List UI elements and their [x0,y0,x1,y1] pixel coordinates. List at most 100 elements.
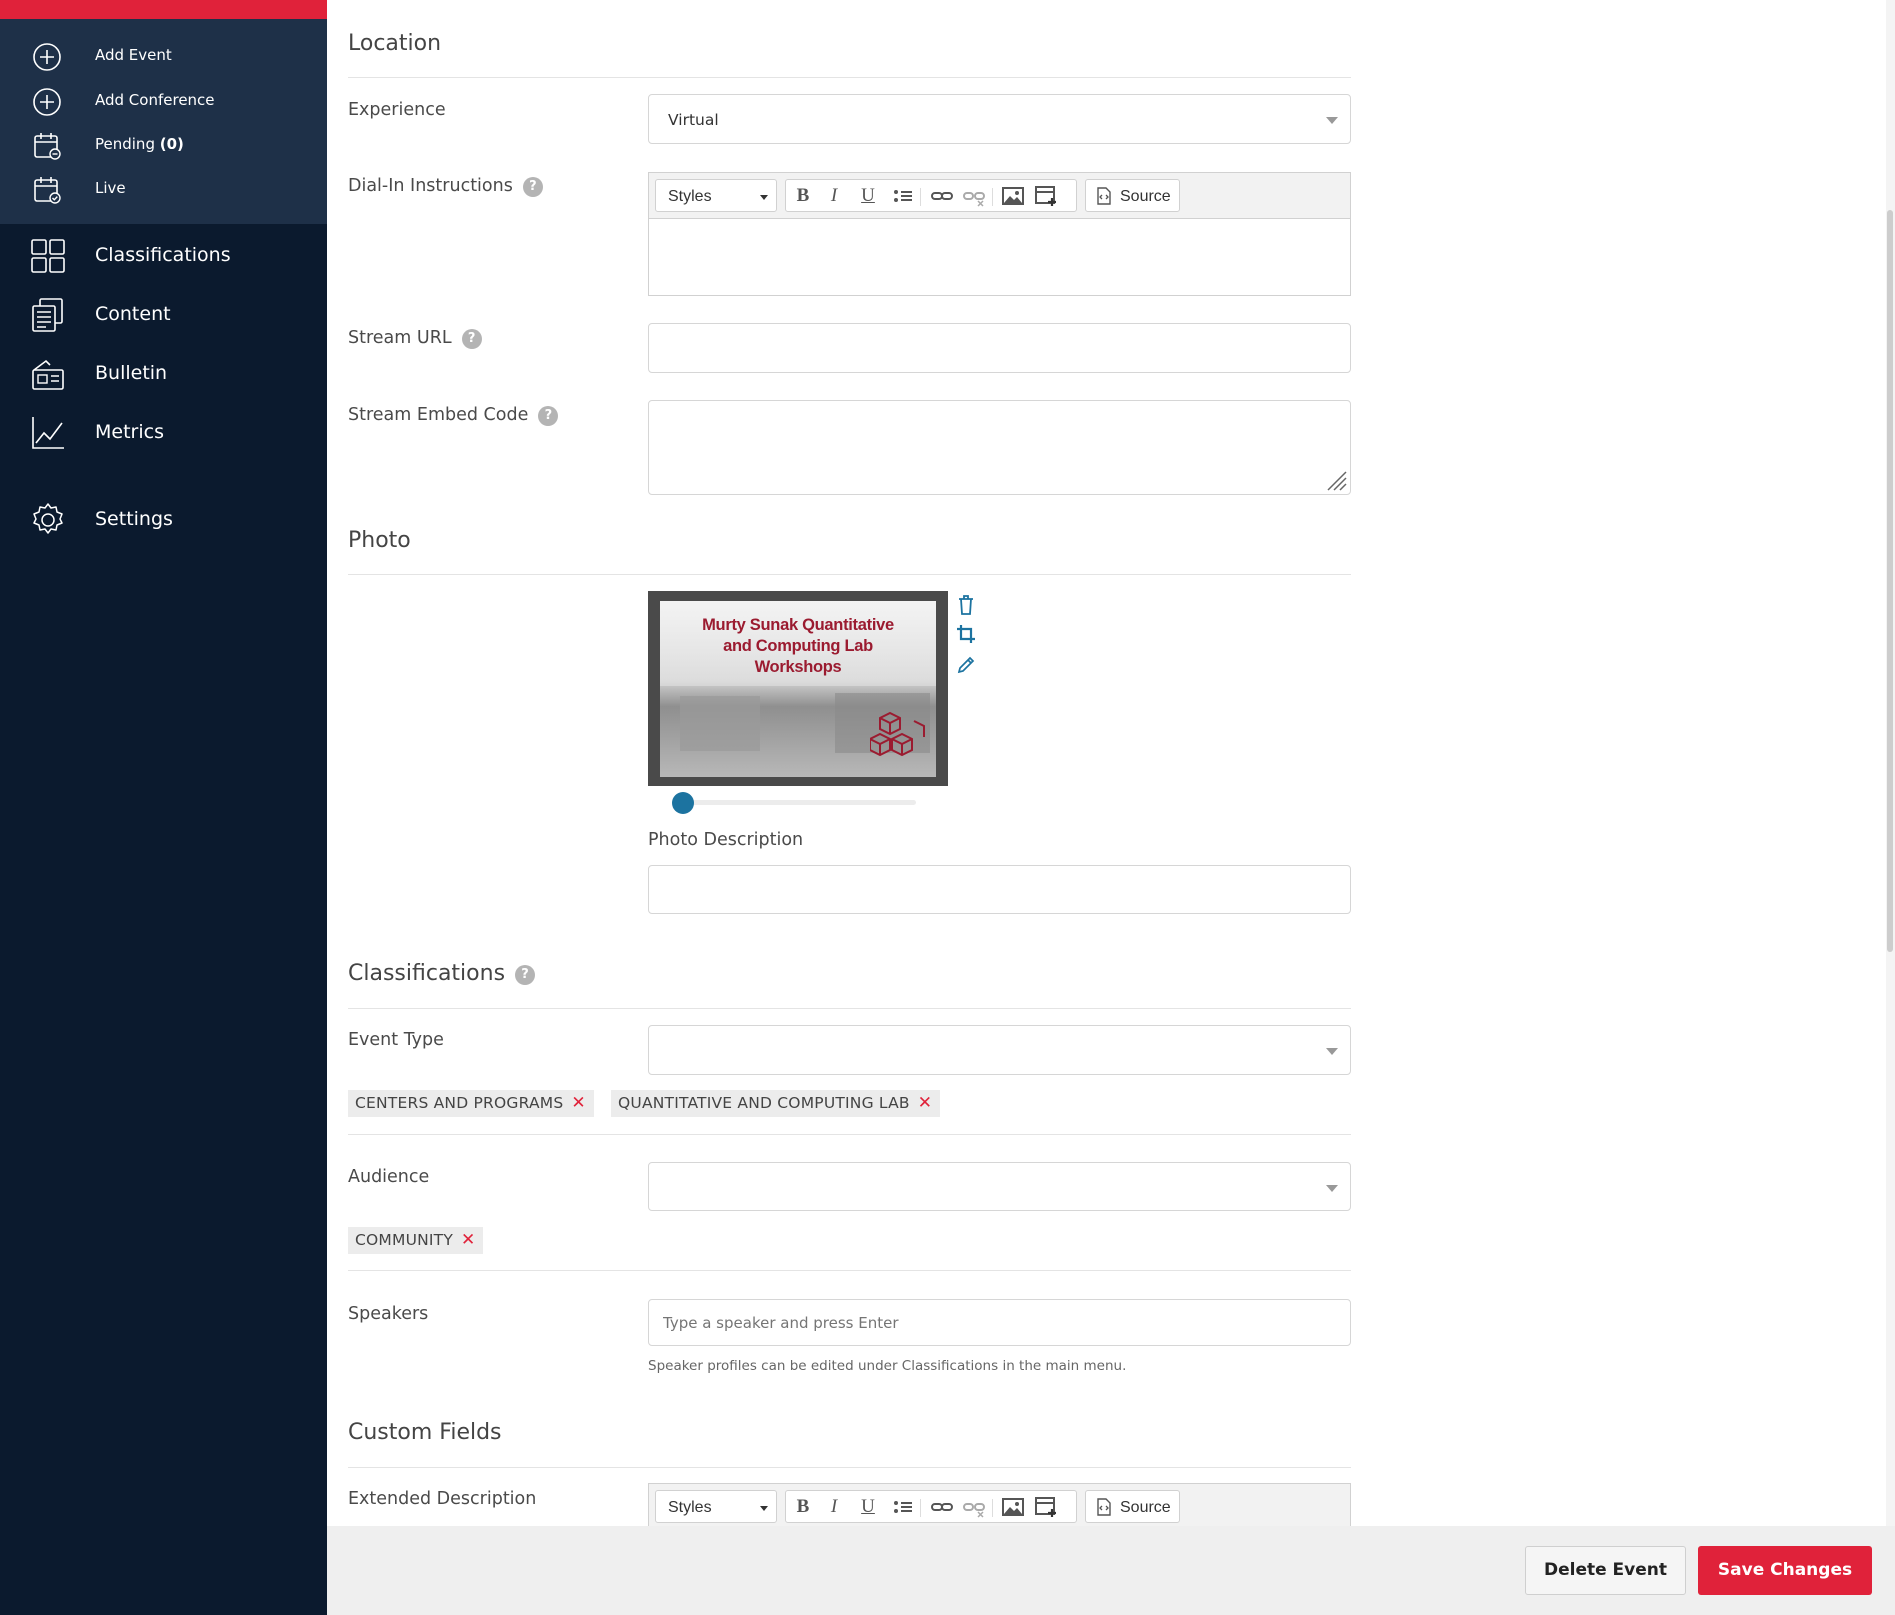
speakers-input[interactable] [648,1299,1351,1346]
audience-select[interactable] [648,1162,1351,1211]
source-code-icon [1097,187,1111,205]
delete-event-button[interactable]: Delete Event [1525,1546,1686,1595]
event-type-label: Event Type [348,1030,444,1050]
tag-label: COMMUNITY [355,1231,454,1249]
underline-icon[interactable]: U [855,184,881,208]
photo-preview: Murty Sunak Quantitative and Computing L… [660,601,936,777]
image-icon[interactable] [1000,1495,1026,1519]
sidebar-item-classifications[interactable]: Classifications [0,230,327,280]
tag-label: QUANTITATIVE AND COMPUTING LAB [618,1094,910,1112]
experience-select[interactable]: Virtual [648,94,1351,144]
sidebar-item-label: Metrics [95,421,164,443]
sidebar-item-content[interactable]: Content [0,289,327,339]
divider [348,77,1351,78]
image-icon[interactable] [1000,184,1026,208]
speakers-label: Speakers [348,1304,429,1324]
sidebar-item-live[interactable]: Live [0,169,327,209]
vertical-scrollbar[interactable] [1886,0,1895,1526]
zoom-slider-handle[interactable] [672,792,694,814]
chevron-down-icon [1326,1048,1338,1055]
event-type-tag: QUANTITATIVE AND COMPUTING LAB ✕ [611,1090,941,1117]
italic-icon[interactable]: I [821,1495,847,1519]
editor-toolbar: Styles B I U Source [649,173,1350,219]
audience-label: Audience [348,1167,430,1187]
sidebar-item-label: Settings [95,508,173,530]
grid-icon [31,239,65,273]
crop-icon[interactable] [956,624,976,644]
remove-tag-icon[interactable]: ✕ [918,1093,932,1113]
link-icon[interactable] [929,184,955,208]
bold-icon[interactable]: B [790,1495,816,1519]
insert-table-icon[interactable] [1033,184,1059,208]
divider [348,1467,1351,1468]
resize-handle-icon[interactable] [1324,468,1348,492]
divider [348,1134,1351,1135]
save-changes-button[interactable]: Save Changes [1698,1546,1872,1595]
styles-label: Styles [668,188,712,205]
bullet-list-icon[interactable] [890,184,916,208]
zoom-slider-track[interactable] [678,800,916,805]
help-icon[interactable]: ? [538,406,559,426]
sidebar-item-label: Pending [95,135,155,153]
format-button-group: B I U [785,179,1077,212]
sidebar-item-settings[interactable]: Settings [0,494,327,544]
sidebar-item-add-event[interactable]: Add Event [0,36,327,76]
sidebar-item-bulletin[interactable]: Bulletin [0,348,327,398]
toolbar-separator [992,1499,993,1517]
bullet-list-icon[interactable] [890,1495,916,1519]
speakers-hint: Speaker profiles can be edited under Cla… [648,1358,1127,1374]
section-title-classifications: Classifications [348,961,506,986]
source-label: Source [1120,1499,1171,1516]
source-label: Source [1120,188,1171,205]
help-icon[interactable]: ? [522,177,543,197]
delete-photo-icon[interactable] [956,594,976,616]
remove-tag-icon[interactable]: ✕ [461,1230,475,1250]
link-icon[interactable] [929,1495,955,1519]
event-type-select[interactable] [648,1025,1351,1075]
gear-icon [33,503,63,534]
source-button[interactable]: Source [1085,179,1180,212]
sidebar-item-add-conference[interactable]: Add Conference [0,81,327,121]
section-title-location: Location [348,31,442,56]
unlink-icon[interactable] [961,184,987,208]
sidebar-item-pending[interactable]: Pending (0) [0,125,327,165]
source-code-icon [1097,1498,1111,1516]
remove-tag-icon[interactable]: ✕ [571,1093,585,1113]
bold-icon[interactable]: B [790,184,816,208]
insert-table-icon[interactable] [1033,1495,1059,1519]
dial-in-editor: Styles B I U Source [648,172,1351,296]
audience-tag: COMMUNITY ✕ [348,1227,484,1254]
plus-circle-icon [33,88,61,116]
caret-down-icon [760,1506,768,1511]
tag-label: CENTERS AND PROGRAMS [355,1094,564,1112]
extended-description-label: Extended Description [348,1489,537,1509]
unlink-icon[interactable] [961,1495,987,1519]
sidebar-item-metrics[interactable]: Metrics [0,407,327,457]
event-type-tag: CENTERS AND PROGRAMS ✕ [348,1090,594,1117]
dial-in-label: Dial-In Instructions [348,176,513,196]
source-button[interactable]: Source [1085,1490,1180,1523]
sidebar-active-header[interactable] [0,0,327,19]
styles-dropdown[interactable]: Styles [655,179,777,212]
sidebar-item-label: Add Event [95,46,172,64]
help-icon[interactable]: ? [515,965,536,985]
styles-dropdown[interactable]: Styles [655,1490,777,1523]
photo-crop-frame[interactable]: Murty Sunak Quantitative and Computing L… [648,591,948,786]
scrollbar-thumb[interactable] [1887,210,1893,952]
underline-icon[interactable]: U [855,1495,881,1519]
stream-url-input[interactable] [648,323,1351,373]
bulletin-icon [32,359,64,390]
cubes-logo-icon [870,711,925,757]
experience-value: Virtual [668,111,719,129]
stream-embed-textarea[interactable] [648,400,1351,495]
edit-pencil-icon[interactable] [956,655,976,675]
sidebar-item-label: Live [95,179,126,197]
help-icon[interactable]: ? [461,329,482,349]
photo-description-input[interactable] [648,865,1351,914]
sidebar: Add Event Add Conference Pending (0) Liv… [0,0,327,1615]
italic-icon[interactable]: I [821,184,847,208]
styles-label: Styles [668,1499,712,1516]
divider [348,1270,1351,1271]
chart-line-icon [32,417,64,449]
dial-in-text-area[interactable] [649,220,1350,295]
